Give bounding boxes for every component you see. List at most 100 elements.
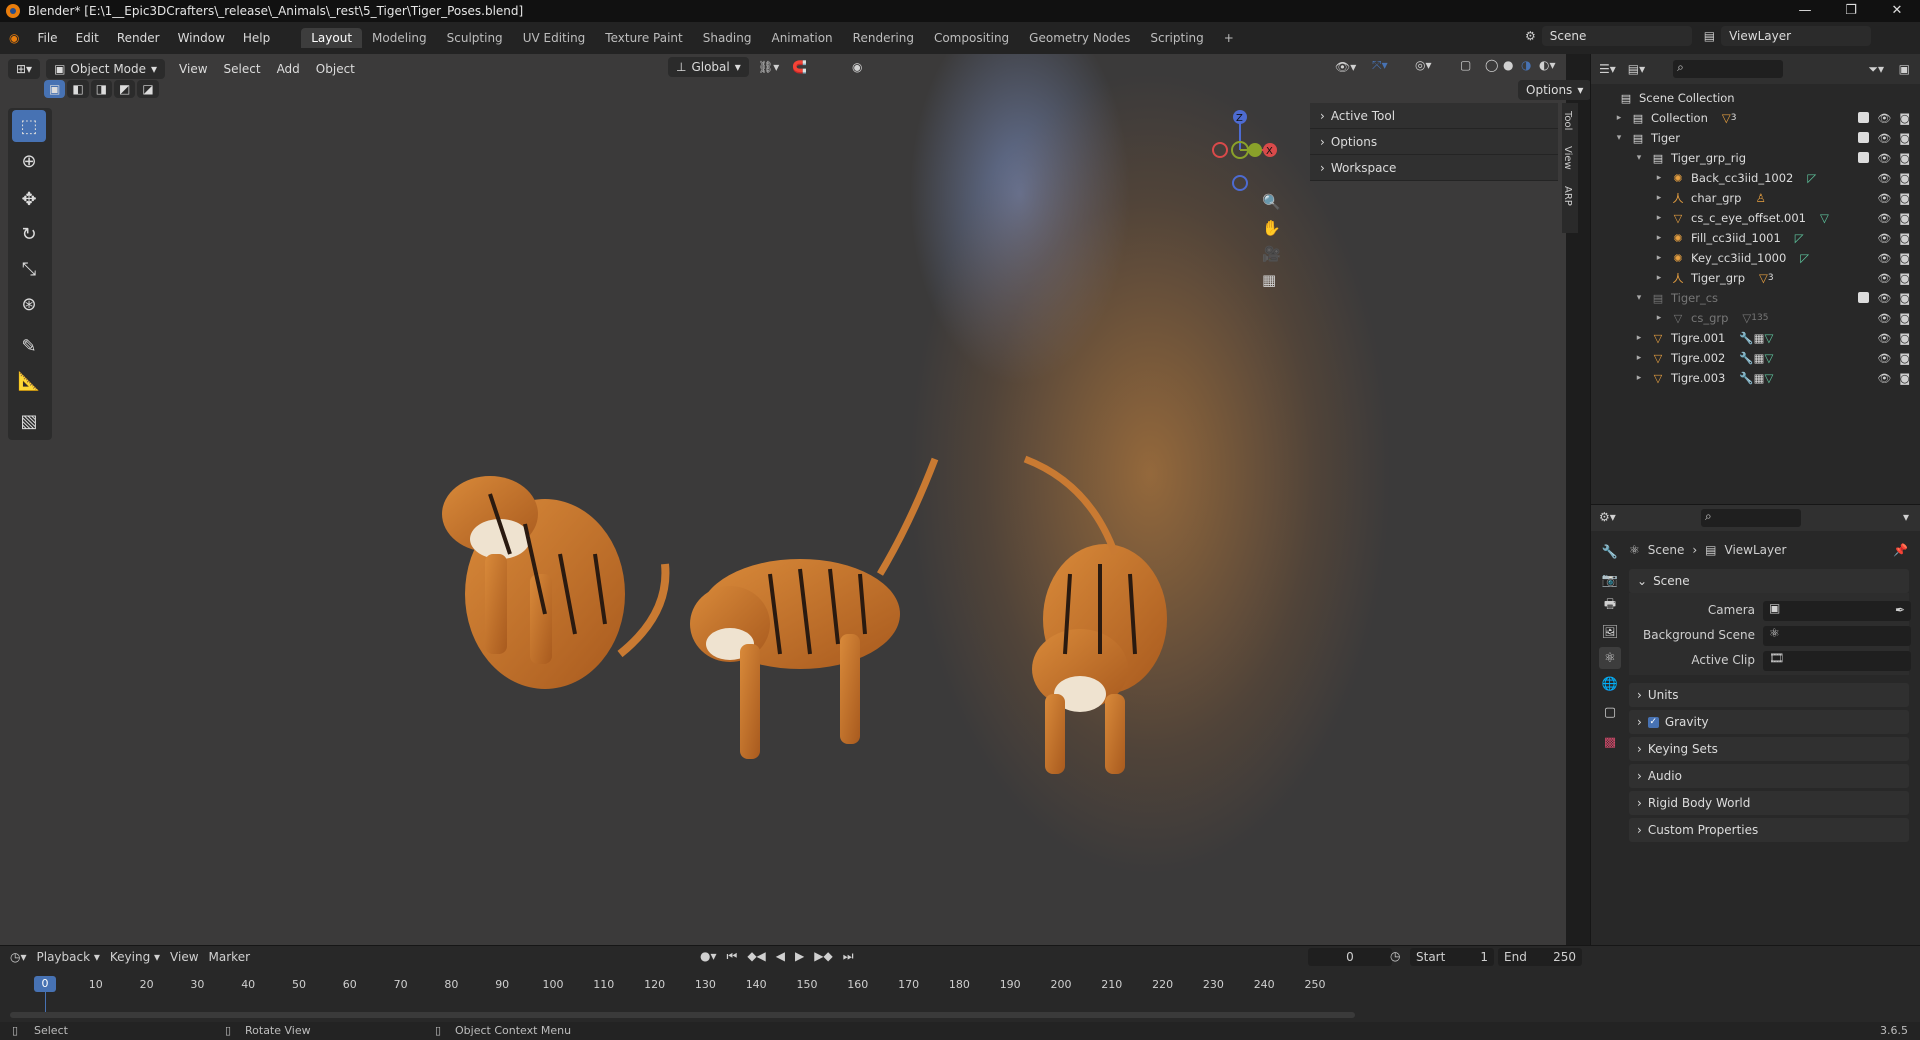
eye-icon[interactable]: 👁 (1877, 152, 1891, 165)
eyedropper-icon[interactable]: ✒ (1895, 603, 1905, 617)
wireframe-shading-icon[interactable]: ◯ (1485, 58, 1498, 72)
select-extend-icon[interactable]: ◧ (67, 80, 89, 98)
add-cube-tool-icon[interactable]: ▧ (12, 405, 46, 437)
tab-shading[interactable]: Shading (693, 28, 762, 48)
menu-window[interactable]: Window (169, 31, 234, 45)
tab-view[interactable]: View (1562, 138, 1573, 178)
eye-icon[interactable]: 👁 (1877, 292, 1891, 305)
tab-arp[interactable]: ARP (1562, 178, 1573, 214)
visibility-icon[interactable]: 👁▾ (1335, 60, 1356, 74)
pivot-icon[interactable]: ⛓▾ (758, 60, 779, 74)
timeline-scrollbar[interactable] (10, 1012, 1355, 1018)
outliner-search-input[interactable]: ⌕ (1673, 60, 1784, 78)
outliner-row[interactable]: ▸ 人 Tiger_grp ▽ 3 👁 ◙ (1591, 268, 1920, 288)
camera-icon[interactable]: ◙ (1899, 112, 1910, 125)
camera-field[interactable]: ▣ ✒ (1763, 601, 1911, 621)
gravity-checkbox[interactable]: ✓ (1647, 716, 1659, 728)
eye-icon[interactable]: 👁 (1877, 352, 1891, 365)
solid-shading-icon[interactable]: ● (1503, 58, 1513, 72)
exclude-checkbox[interactable] (1858, 151, 1870, 163)
scene-icon[interactable]: ⚙ (1525, 29, 1536, 43)
blender-menu-icon[interactable]: ◉ (0, 31, 28, 45)
eye-icon[interactable]: 👁 (1877, 192, 1891, 205)
camera-icon[interactable]: ◙ (1899, 172, 1910, 185)
tiger-walking[interactable] (690, 457, 939, 759)
tab-rendering[interactable]: Rendering (843, 28, 924, 48)
proportional-edit-icon[interactable]: ◉ (852, 60, 862, 74)
texture-tab-icon[interactable]: ▩ (1599, 731, 1621, 753)
navigation-gizmo[interactable]: Z X (1205, 105, 1285, 195)
eye-icon[interactable]: 👁 (1877, 252, 1891, 265)
tab-scripting[interactable]: Scripting (1140, 28, 1213, 48)
overlay-icon[interactable]: ◎▾ (1415, 58, 1432, 72)
outliner-row[interactable]: ▾ ▤ Tiger_grp_rig 👁 ◙ (1591, 148, 1920, 168)
eye-icon[interactable]: 👁 (1877, 132, 1891, 145)
menu-object[interactable]: Object (308, 62, 363, 76)
tab-texture-paint[interactable]: Texture Paint (595, 28, 692, 48)
outliner-editor-icon[interactable]: ☰▾ (1599, 62, 1616, 76)
end-frame-field[interactable]: End 250 (1498, 948, 1582, 966)
menu-help[interactable]: Help (234, 31, 279, 45)
select-box-tool-icon[interactable]: ⬚ (12, 110, 46, 142)
pan-hand-icon[interactable]: ✋ (1262, 219, 1281, 237)
tiger-models[interactable] (0, 54, 1566, 945)
tab-layout[interactable]: Layout (301, 28, 363, 48)
tool-tab-icon[interactable]: 🔧 (1599, 541, 1621, 563)
select-subtract-icon[interactable]: ◨ (90, 80, 113, 98)
panel-audio[interactable]: › Audio (1629, 764, 1909, 788)
add-workspace-button[interactable]: + (1214, 28, 1244, 48)
menu-view[interactable]: View (171, 62, 215, 76)
select-new-icon[interactable]: ▣ (44, 80, 66, 98)
eye-icon[interactable]: 👁 (1877, 332, 1891, 345)
eye-icon[interactable]: 👁 (1877, 272, 1891, 285)
transform-orientation-selector[interactable]: ⊥ Global ▾ (668, 57, 749, 77)
camera-icon[interactable]: ◙ (1899, 312, 1910, 325)
properties-editor-icon[interactable]: ⚙▾ (1599, 510, 1616, 524)
zoom-icon[interactable]: 🔍 (1262, 193, 1281, 211)
panel-scene[interactable]: ⌄ Scene (1629, 569, 1909, 593)
eye-icon[interactable]: 👁 (1877, 112, 1891, 125)
outliner-row[interactable]: ▸ ▽ cs_grp ▽ 135 👁 ◙ (1591, 308, 1920, 328)
xray-icon[interactable]: ▢ (1460, 58, 1471, 72)
tab-sculpting[interactable]: Sculpting (437, 28, 513, 48)
measure-tool-icon[interactable]: 📐 (12, 365, 46, 397)
tab-modeling[interactable]: Modeling (362, 28, 437, 48)
3d-viewport[interactable] (0, 54, 1566, 945)
new-collection-icon[interactable]: ▣ (1899, 62, 1910, 76)
annotate-tool-icon[interactable]: ✎ (12, 330, 46, 362)
close-icon[interactable]: ✕ (1874, 0, 1920, 22)
camera-icon[interactable]: ◙ (1899, 152, 1910, 165)
camera-icon[interactable]: ◙ (1899, 372, 1910, 385)
outliner-row[interactable]: ▸ ✺ Fill_cc3iid_1001 ◸ 👁 ◙ (1591, 228, 1920, 248)
panel-keying-sets[interactable]: › Keying Sets (1629, 737, 1909, 761)
menu-edit[interactable]: Edit (67, 31, 108, 45)
active-clip-field[interactable]: 🎞 (1763, 651, 1911, 671)
camera-icon[interactable]: ◙ (1899, 352, 1910, 365)
select-invert-icon[interactable]: ◩ (114, 80, 136, 98)
panel-gravity[interactable]: › ✓ Gravity (1629, 710, 1909, 734)
menu-render[interactable]: Render (108, 31, 169, 45)
rendered-shading-icon[interactable]: ◐▾ (1539, 58, 1556, 72)
outliner-row[interactable]: ▸ ▽ Tigre.003 🔧 ▦ ▽ 👁 ◙ (1591, 368, 1920, 388)
outliner-row[interactable]: ▸ ▽ Tigre.002 🔧 ▦ ▽ 👁 ◙ (1591, 348, 1920, 368)
outliner-row[interactable]: ▸ ▽ Tigre.001 🔧 ▦ ▽ 👁 ◙ (1591, 328, 1920, 348)
editor-type-button[interactable]: ⊞▾ (8, 59, 41, 79)
clock-icon[interactable]: ◷ (1390, 949, 1400, 963)
camera-icon[interactable]: ◙ (1899, 252, 1910, 265)
cursor-tool-icon[interactable]: ⊕ (12, 145, 46, 177)
outliner-row[interactable]: ▾ ▤ Tiger 👁 ◙ (1591, 128, 1920, 148)
camera-icon[interactable]: ◙ (1899, 192, 1910, 205)
tab-geometry-nodes[interactable]: Geometry Nodes (1019, 28, 1140, 48)
collection-tab-icon[interactable]: ▢ (1599, 701, 1621, 723)
tab-uv-editing[interactable]: UV Editing (513, 28, 596, 48)
outliner-row[interactable]: ▸ ✺ Key_cc3iid_1000 ◸ 👁 ◙ (1591, 248, 1920, 268)
eye-icon[interactable]: 👁 (1877, 232, 1891, 245)
options-button[interactable]: Options ▾ (1518, 80, 1592, 100)
outliner-row[interactable]: ▸ ✺ Back_cc3iid_1002 ◸ 👁 ◙ (1591, 168, 1920, 188)
restore-icon[interactable]: ❐ (1828, 0, 1874, 22)
pin-icon[interactable]: 📌 (1893, 543, 1908, 557)
menu-file[interactable]: File (28, 31, 66, 45)
exclude-checkbox[interactable] (1858, 111, 1870, 123)
eye-icon[interactable]: 👁 (1877, 372, 1891, 385)
move-tool-icon[interactable]: ✥ (12, 183, 46, 215)
